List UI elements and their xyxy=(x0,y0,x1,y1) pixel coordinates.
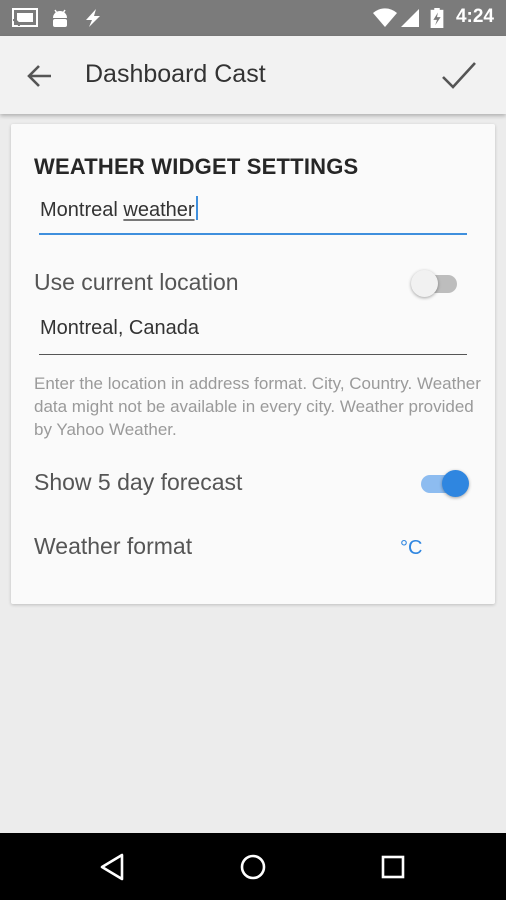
use-current-location-switch[interactable] xyxy=(411,266,463,300)
wifi-icon xyxy=(373,8,397,27)
status-bar: 4:24 xyxy=(0,0,506,36)
card-title: WEATHER WIDGET SETTINGS xyxy=(34,154,359,179)
android-debug-icon xyxy=(53,9,67,27)
app-bar: Dashboard Cast xyxy=(0,36,506,114)
battery-charging-icon xyxy=(430,8,444,28)
switch-thumb xyxy=(442,470,469,497)
navigation-bar xyxy=(0,833,506,900)
page-title: Dashboard Cast xyxy=(85,60,266,88)
location-value[interactable]: Montreal, Canada xyxy=(40,317,199,340)
text-cursor xyxy=(195,196,198,220)
use-current-location-label: Use current location xyxy=(34,269,239,295)
widget-title-value[interactable]: Montreal weather xyxy=(40,196,198,222)
nav-back-icon[interactable] xyxy=(97,851,129,883)
nav-home-icon[interactable] xyxy=(237,851,269,883)
nav-recents-icon[interactable] xyxy=(377,851,409,883)
widget-title-input[interactable]: Montreal weather xyxy=(39,196,467,236)
input-underline xyxy=(39,233,467,235)
weather-settings-card: WEATHER WIDGET SETTINGS Montreal weather… xyxy=(11,124,495,604)
switch-thumb xyxy=(411,270,438,297)
weather-format-value[interactable]: °C xyxy=(400,537,422,560)
clock: 4:24 xyxy=(455,6,494,27)
lightning-icon xyxy=(86,9,100,27)
show-forecast-switch[interactable] xyxy=(415,466,469,500)
signal-icon xyxy=(401,9,419,27)
cast-icon xyxy=(12,8,38,27)
weather-format-label: Weather format xyxy=(34,533,193,559)
location-input[interactable]: Montreal, Canada xyxy=(39,317,467,357)
checkmark-icon[interactable] xyxy=(440,58,478,94)
location-hint: Enter the location in address format. Ci… xyxy=(34,374,481,439)
show-forecast-label: Show 5 day forecast xyxy=(34,469,243,495)
input-underline xyxy=(39,354,467,355)
back-arrow-icon[interactable] xyxy=(24,60,56,92)
